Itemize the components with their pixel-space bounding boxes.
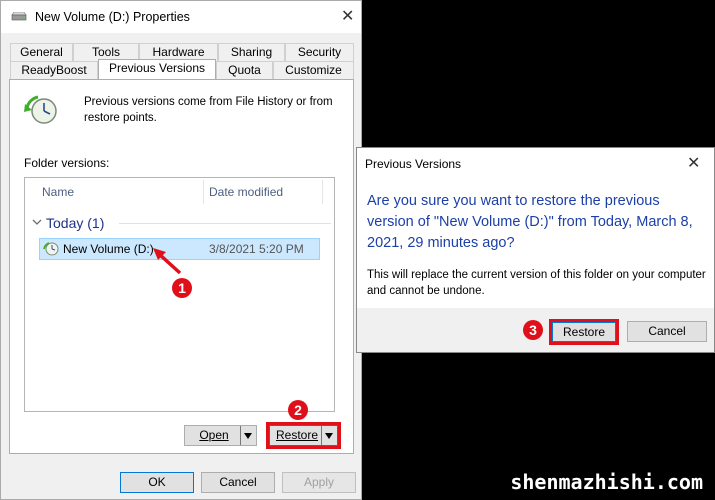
- group-header-today[interactable]: Today (1): [46, 215, 104, 231]
- tab-customize[interactable]: Customize: [273, 61, 354, 79]
- confirm-question: Are you sure you want to restore the pre…: [367, 193, 693, 251]
- column-header-date[interactable]: Date modified: [209, 185, 283, 199]
- dialog-footer: 3 Restore Cancel: [357, 308, 714, 352]
- tab-quota[interactable]: Quota: [216, 61, 273, 79]
- tab-sharing[interactable]: Sharing: [218, 43, 285, 61]
- step-marker-2: 2: [288, 400, 308, 420]
- row-name: New Volume (D:): [63, 242, 154, 256]
- tab-previous-versions[interactable]: Previous Versions: [98, 59, 216, 79]
- properties-window: New Volume (D:) Properties ✕ General Too…: [0, 0, 362, 500]
- close-icon[interactable]: ✕: [341, 9, 354, 25]
- title-bar: New Volume (D:) Properties ✕: [1, 1, 361, 33]
- apply-button: Apply: [282, 472, 356, 493]
- description-text: Previous versions come from File History…: [84, 96, 333, 124]
- confirm-detail: This will replace the current version of…: [367, 269, 706, 297]
- dialog-title: Previous Versions: [365, 157, 462, 171]
- drive-icon: [11, 12, 27, 21]
- cancel-button[interactable]: Cancel: [201, 472, 275, 493]
- restore-clock-icon: [24, 95, 57, 124]
- tab-readyboost[interactable]: ReadyBoost: [10, 61, 98, 79]
- confirm-dialog: Previous Versions ✕ Are you sure you wan…: [356, 147, 715, 353]
- tab-security[interactable]: Security: [285, 43, 354, 61]
- restore-button[interactable]: Restore: [269, 425, 338, 446]
- watermark: shenmazhishi.com: [510, 470, 703, 494]
- step-marker-1: 1: [172, 278, 192, 298]
- open-dropdown-arrow-icon[interactable]: [240, 426, 256, 445]
- open-button-label: Open: [199, 428, 229, 442]
- column-divider[interactable]: [203, 180, 204, 204]
- restore-dropdown-arrow-icon[interactable]: [321, 426, 337, 445]
- annotation-arrow: [153, 248, 182, 275]
- column-header-name[interactable]: Name: [42, 185, 74, 199]
- column-divider: [322, 180, 323, 204]
- folder-versions-label: Folder versions:: [24, 156, 110, 170]
- ok-button[interactable]: OK: [120, 472, 194, 493]
- drive-clock-icon: [43, 242, 59, 256]
- confirm-restore-button[interactable]: Restore: [552, 322, 616, 342]
- dialog-close-icon[interactable]: ✕: [687, 156, 700, 172]
- tab-general[interactable]: General: [10, 43, 73, 61]
- window-title: New Volume (D:) Properties: [35, 10, 190, 24]
- restore-button-label: Restore: [275, 428, 319, 442]
- row-date: 3/8/2021 5:20 PM: [209, 242, 304, 256]
- group-divider: [119, 223, 331, 224]
- step-marker-3: 3: [523, 320, 543, 340]
- collapse-chevron-icon[interactable]: [32, 215, 42, 229]
- open-button[interactable]: Open: [184, 425, 257, 446]
- confirm-cancel-button[interactable]: Cancel: [627, 321, 707, 342]
